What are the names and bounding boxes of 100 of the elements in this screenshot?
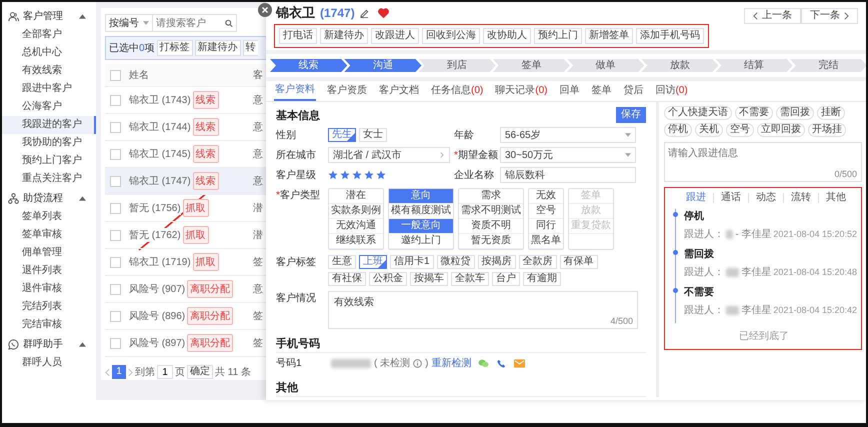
- save-button[interactable]: 保存: [616, 107, 646, 123]
- type-option[interactable]: 意向: [389, 189, 453, 204]
- next-button[interactable]: 下一条: [801, 8, 858, 24]
- type-option[interactable]: 实款条则例: [329, 204, 383, 219]
- table-row[interactable]: 锦衣卫 (1747) 线索 意: [105, 168, 266, 195]
- sidebar-item[interactable]: 佣单管理: [2, 244, 96, 262]
- tag-option[interactable]: 微粒贷: [436, 255, 475, 269]
- caret-icon[interactable]: [79, 196, 86, 200]
- wechat-icon[interactable]: [478, 358, 490, 368]
- tab[interactable]: 聊天记录(0): [494, 81, 548, 101]
- sidebar-item[interactable]: 总机中心: [2, 44, 96, 62]
- list-action-button[interactable]: 新建待办: [194, 40, 241, 56]
- quick-phrase[interactable]: 不需要: [735, 106, 773, 120]
- tag-option[interactable]: 公积金: [369, 272, 407, 286]
- tab[interactable]: 客户资料: [274, 81, 316, 101]
- quick-phrase[interactable]: 挂断: [817, 106, 845, 120]
- type-option[interactable]: 邀约上门: [389, 234, 453, 249]
- action-button[interactable]: 打电话: [279, 28, 317, 44]
- star-icon[interactable]: [376, 170, 386, 180]
- tab[interactable]: 客户文档: [378, 81, 420, 101]
- table-row[interactable]: 风险号 (907) 离职分配 意: [105, 276, 266, 303]
- list-action-button[interactable]: 转: [242, 40, 258, 56]
- history-tab[interactable]: 动态: [749, 193, 784, 203]
- amount-select[interactable]: 30~50万元: [500, 147, 636, 163]
- followup-field[interactable]: 请输入跟进信息 0/500: [664, 142, 862, 182]
- table-row[interactable]: 锦衣卫 (1719) 抓取 签: [105, 249, 266, 276]
- type-option[interactable]: 一般意向: [389, 219, 453, 234]
- type-option[interactable]: 无效: [529, 189, 563, 204]
- tab[interactable]: 回访(0): [654, 81, 689, 101]
- close-icon[interactable]: [258, 3, 272, 17]
- tag-option[interactable]: 全款车: [451, 272, 489, 286]
- dropdown-caret-icon[interactable]: [625, 152, 631, 158]
- tag-option[interactable]: 信用卡1: [390, 255, 434, 269]
- city-select[interactable]: 湖北省 / 武汉市: [328, 147, 450, 163]
- sidebar-item[interactable]: 有效线索: [2, 62, 96, 80]
- quick-phrase[interactable]: 开场挂: [808, 123, 846, 137]
- table-row[interactable]: 风险号 (896) 离职分配 签: [105, 303, 266, 330]
- action-button[interactable]: 改协助人: [483, 28, 531, 44]
- sidebar-item[interactable]: 我跟进的客户: [2, 116, 96, 134]
- search-icon[interactable]: [225, 18, 233, 28]
- checkbox[interactable]: [110, 94, 121, 106]
- checkbox[interactable]: [110, 310, 121, 322]
- action-button[interactable]: 新建待办: [320, 28, 368, 44]
- history-tab[interactable]: 流转: [784, 193, 819, 203]
- sidebar-group-title[interactable]: 群呼助手: [23, 337, 63, 351]
- table-row[interactable]: 锦衣卫 (1744) 线索 意: [105, 114, 266, 141]
- dropdown-caret-icon[interactable]: [625, 132, 631, 138]
- quick-phrase[interactable]: 立即回拨: [757, 123, 805, 137]
- search-type-select[interactable]: 按编号: [105, 14, 153, 32]
- table-row[interactable]: 风险号 (897) 离职分配 签: [105, 330, 266, 357]
- action-button[interactable]: 回收到公海: [422, 28, 480, 44]
- sidebar-item[interactable]: 退件审核: [2, 280, 96, 298]
- edit-icon[interactable]: [360, 8, 369, 18]
- sidebar-item[interactable]: 完结审核: [2, 316, 96, 334]
- tab[interactable]: 客户资质: [326, 81, 368, 101]
- checkbox[interactable]: [110, 256, 121, 268]
- tag-option[interactable]: 全款房: [518, 255, 557, 269]
- dropdown-caret-icon[interactable]: [143, 21, 149, 25]
- page-input[interactable]: 1: [157, 365, 173, 379]
- tag-option[interactable]: 有逾期: [523, 272, 561, 286]
- tab[interactable]: 回单: [558, 81, 580, 101]
- page-button[interactable]: 1: [112, 365, 126, 379]
- table-row[interactable]: 暂无 (1762) 抓取 潜: [105, 222, 266, 249]
- star-icon[interactable]: [340, 170, 350, 180]
- checkbox[interactable]: [110, 284, 121, 294]
- type-option[interactable]: 同行: [529, 219, 563, 234]
- history-tab[interactable]: 通话: [714, 193, 749, 203]
- type-option[interactable]: 潜在: [329, 189, 383, 204]
- heart-icon[interactable]: [378, 8, 389, 18]
- gender-option[interactable]: 女士: [359, 128, 387, 142]
- checkbox[interactable]: [110, 230, 121, 240]
- sidebar-item[interactable]: 签单审核: [2, 226, 96, 244]
- sidebar-item[interactable]: 完结列表: [2, 298, 96, 316]
- sidebar-item[interactable]: 退件列表: [2, 262, 96, 280]
- caret-icon[interactable]: [79, 342, 86, 346]
- chevron-left-icon[interactable]: [753, 12, 758, 20]
- checkbox[interactable]: [110, 148, 121, 160]
- history-tab[interactable]: 跟进: [679, 193, 714, 203]
- sidebar-item[interactable]: 我协助的客户: [2, 134, 96, 152]
- type-option[interactable]: 需求: [459, 189, 523, 204]
- quick-phrase[interactable]: 空号: [726, 123, 754, 137]
- type-option[interactable]: 无效沟通: [329, 219, 383, 234]
- table-row[interactable]: 锦衣卫 (1743) 线索 意: [105, 87, 266, 114]
- action-button[interactable]: 改跟进人: [371, 28, 419, 44]
- tag-option[interactable]: 按揭房: [478, 255, 516, 269]
- tag-option[interactable]: 上班: [359, 255, 387, 269]
- company-field[interactable]: 锦辰数科: [500, 167, 636, 183]
- phone-icon[interactable]: [496, 358, 508, 368]
- tag-option[interactable]: 按揭车: [410, 272, 448, 286]
- info-icon[interactable]: [413, 358, 422, 368]
- sidebar-group-title[interactable]: 客户管理: [23, 9, 63, 23]
- chevron-right-icon[interactable]: [844, 12, 849, 20]
- star-icon[interactable]: [364, 170, 374, 180]
- type-option[interactable]: 空号: [529, 204, 563, 219]
- sidebar-item[interactable]: 跟进中客户: [2, 80, 96, 98]
- sidebar-group-title[interactable]: 助贷流程: [23, 191, 63, 205]
- sidebar-item[interactable]: 群呼人员: [2, 354, 96, 372]
- sidebar-item[interactable]: 公海客户: [2, 98, 96, 116]
- tab[interactable]: 签单: [590, 81, 612, 101]
- action-button[interactable]: 预约上门: [534, 28, 582, 44]
